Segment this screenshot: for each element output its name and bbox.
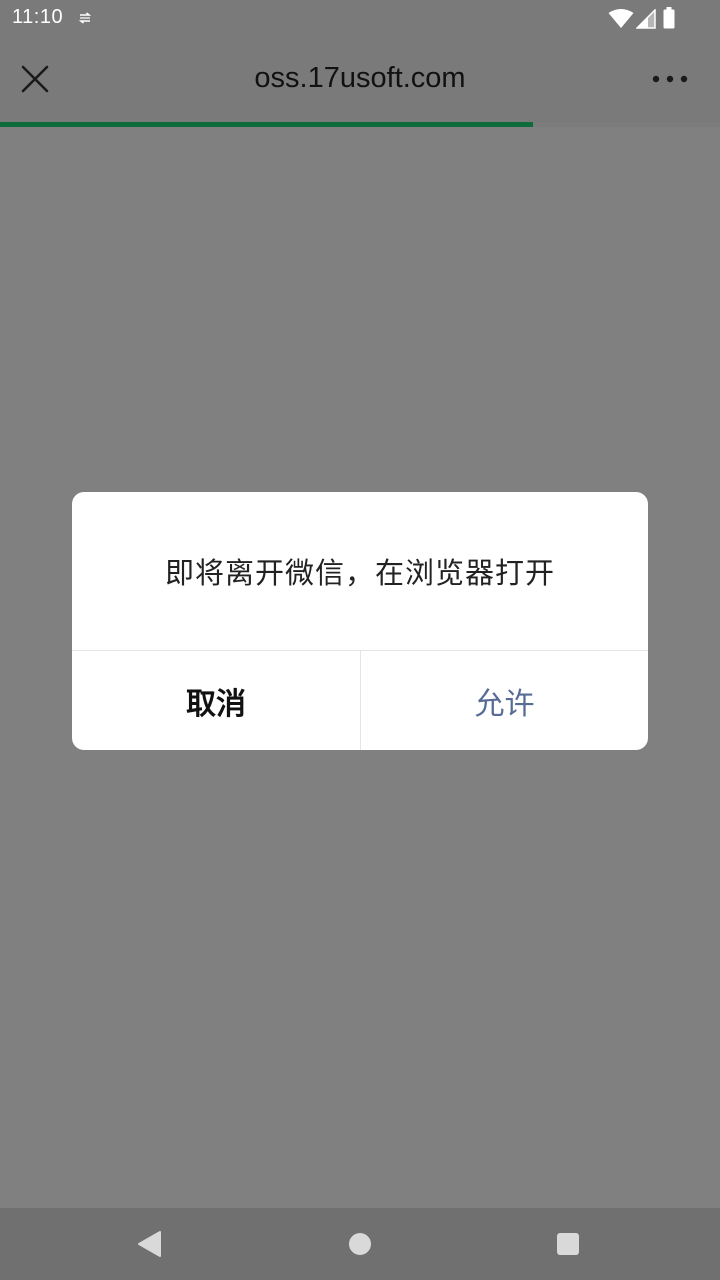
status-time: 11:10: [12, 6, 64, 28]
navigation-bar: [0, 1208, 720, 1280]
allow-button[interactable]: 允许: [361, 651, 648, 750]
close-icon[interactable]: [20, 64, 50, 94]
page-title: oss.17usoft.com: [254, 62, 466, 94]
battery-icon: [663, 7, 675, 29]
wifi-icon: [608, 9, 634, 28]
leave-wechat-dialog: 即将离开微信，在浏览器打开 取消 允许: [72, 492, 648, 750]
sync-icon: [78, 12, 92, 24]
signal-icon: [636, 9, 656, 29]
back-icon[interactable]: [136, 1230, 162, 1258]
recents-icon[interactable]: [556, 1232, 580, 1256]
dialog-message: 即将离开微信，在浏览器打开: [164, 556, 555, 590]
title-bar: oss.17usoft.com: [0, 36, 720, 122]
status-bar: 11:10: [0, 0, 720, 36]
more-icon[interactable]: [650, 72, 690, 86]
home-icon[interactable]: [348, 1232, 372, 1256]
status-icons: [608, 7, 680, 29]
cancel-button[interactable]: 取消: [72, 651, 360, 750]
